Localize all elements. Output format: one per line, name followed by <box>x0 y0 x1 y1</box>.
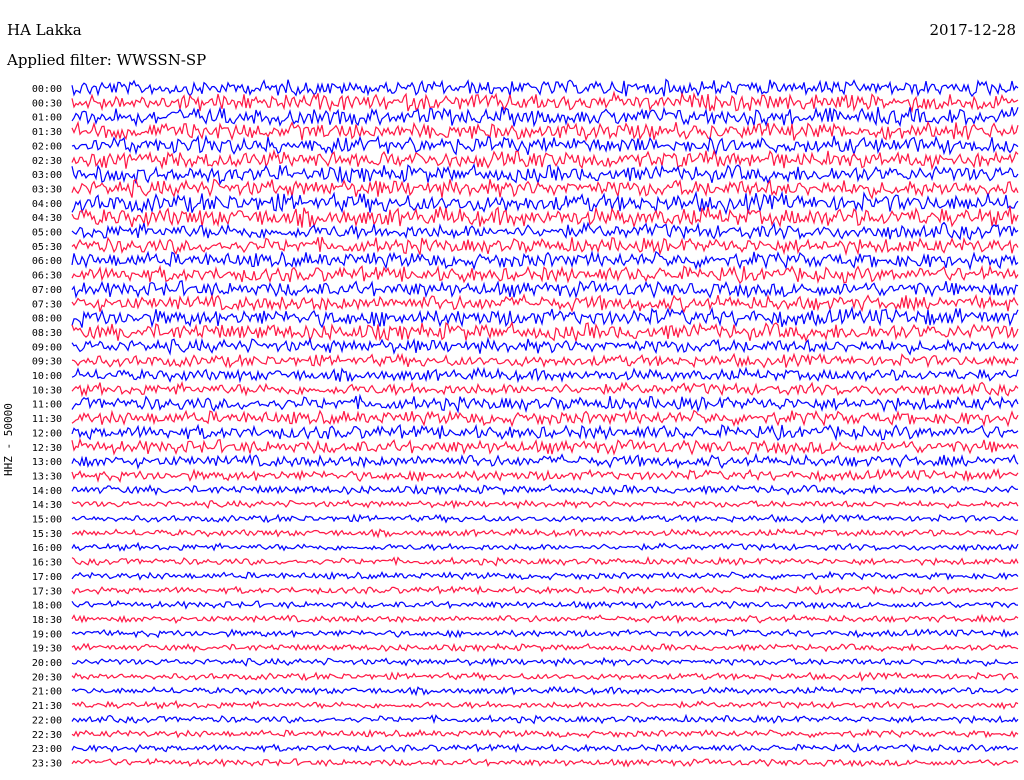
time-label: 20:30 <box>32 672 62 683</box>
trace-line <box>71 293 1019 314</box>
trace-line <box>71 541 1019 553</box>
time-label: 12:00 <box>32 428 62 439</box>
trace-line <box>71 320 1019 344</box>
time-label: 16:30 <box>32 558 62 569</box>
trace-line <box>71 178 1019 200</box>
time-label: 04:00 <box>32 199 62 210</box>
time-label: 11:30 <box>32 414 62 425</box>
trace-line <box>71 613 1019 624</box>
time-label: 08:30 <box>32 328 62 339</box>
trace-line <box>71 642 1019 653</box>
time-label: 14:30 <box>32 500 62 511</box>
time-label: 00:30 <box>32 98 62 109</box>
time-label: 10:00 <box>32 371 62 382</box>
trace-line <box>71 393 1019 414</box>
trace-line <box>71 556 1019 567</box>
trace-line <box>71 570 1019 581</box>
time-label: 07:00 <box>32 285 62 296</box>
time-label: 17:30 <box>32 586 62 597</box>
time-label: 13:30 <box>32 471 62 482</box>
trace-line <box>71 106 1019 128</box>
trace-line <box>71 671 1019 682</box>
time-label: 07:30 <box>32 299 62 310</box>
time-label: 05:30 <box>32 242 62 253</box>
trace-line <box>71 483 1019 497</box>
trace-line <box>71 250 1019 271</box>
trace-line <box>71 366 1019 384</box>
trace-line <box>71 134 1019 157</box>
time-label: 15:00 <box>32 515 62 526</box>
time-label: 02:00 <box>32 141 62 152</box>
trace-line <box>71 409 1019 428</box>
time-label: 21:00 <box>32 687 62 698</box>
time-label: 05:00 <box>32 228 62 239</box>
trace-line <box>71 336 1019 356</box>
time-label: 06:30 <box>32 271 62 282</box>
trace-line <box>71 499 1019 510</box>
time-label: 17:00 <box>32 572 62 583</box>
trace-line <box>71 264 1019 285</box>
time-label: 15:30 <box>32 529 62 540</box>
time-labels-group: 00:00 00:30 01:00 01:30 02:00 02:30 03:00 03:30… <box>32 84 62 769</box>
trace-line <box>71 280 1019 299</box>
trace-line <box>71 685 1019 697</box>
time-label: 14:00 <box>32 486 62 497</box>
trace-line <box>71 452 1019 470</box>
trace-line <box>71 467 1019 484</box>
time-label: 20:00 <box>32 658 62 669</box>
trace-line <box>71 527 1019 539</box>
time-label: 09:30 <box>32 357 62 368</box>
trace-line <box>71 757 1019 768</box>
time-label: 18:30 <box>32 615 62 626</box>
time-label: 16:00 <box>32 543 62 554</box>
time-label: 08:00 <box>32 314 62 325</box>
time-label: 02:30 <box>32 156 62 167</box>
time-label: 01:30 <box>32 127 62 138</box>
time-label: 01:00 <box>32 113 62 124</box>
time-label: 23:00 <box>32 744 62 755</box>
seismogram-plot: 00:00 00:30 01:00 01:30 02:00 02:30 03:00 03:30… <box>32 78 1019 769</box>
time-label: 22:00 <box>32 715 62 726</box>
time-label: 03:30 <box>32 184 62 195</box>
time-label: 19:00 <box>32 629 62 640</box>
traces-group <box>71 78 1019 768</box>
time-label: 19:30 <box>32 644 62 655</box>
time-label: 04:30 <box>32 213 62 224</box>
trace-line <box>71 305 1019 329</box>
trace-line <box>71 513 1019 524</box>
trace-line <box>71 148 1019 171</box>
trace-line <box>71 584 1019 596</box>
trace-line <box>71 699 1019 710</box>
trace-line <box>71 742 1019 754</box>
trace-line <box>71 352 1019 369</box>
time-label: 21:30 <box>32 701 62 712</box>
time-label: 06:00 <box>32 256 62 267</box>
trace-line <box>71 236 1019 257</box>
trace-line <box>71 190 1019 216</box>
time-label: 22:30 <box>32 730 62 741</box>
time-label: 00:00 <box>32 84 62 95</box>
trace-line <box>71 437 1019 456</box>
time-label: 13:00 <box>32 457 62 468</box>
trace-line <box>71 656 1019 668</box>
time-label: 11:00 <box>32 400 62 411</box>
trace-line <box>71 423 1019 442</box>
time-label: 12:30 <box>32 443 62 454</box>
time-label: 23:30 <box>32 758 62 769</box>
trace-line <box>71 713 1019 725</box>
trace-line <box>71 599 1019 610</box>
time-label: 10:30 <box>32 385 62 396</box>
time-label: 18:00 <box>32 601 62 612</box>
trace-line <box>71 628 1019 639</box>
trace-line <box>71 728 1019 739</box>
trace-line <box>71 90 1019 114</box>
trace-line <box>71 206 1019 229</box>
time-label: 09:00 <box>32 342 62 353</box>
trace-line <box>71 78 1019 98</box>
helicorder-display: HA Lakka 2017-12-28 Applied filter: WWSS… <box>0 0 1024 780</box>
time-label: 03:00 <box>32 170 62 181</box>
trace-line <box>71 380 1019 398</box>
